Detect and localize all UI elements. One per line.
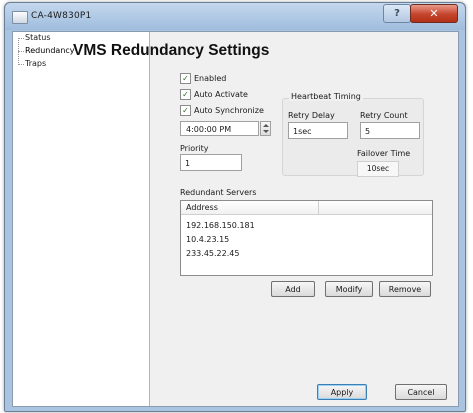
apply-button[interactable]: Apply bbox=[317, 384, 367, 400]
cancel-button[interactable]: Cancel bbox=[395, 384, 447, 400]
retry-count-label: Retry Count bbox=[360, 111, 408, 120]
spin-down-icon[interactable] bbox=[263, 130, 269, 133]
auto-synchronize-checkbox[interactable]: ✓ Auto Synchronize bbox=[180, 105, 264, 116]
list-item[interactable]: 233.45.22.45 bbox=[186, 249, 239, 258]
auto-activate-checkbox[interactable]: ✓ Auto Activate bbox=[180, 89, 248, 100]
list-item[interactable]: 192.168.150.181 bbox=[186, 221, 255, 230]
sync-time-spinner[interactable] bbox=[260, 121, 271, 136]
retry-delay-label: Retry Delay bbox=[288, 111, 335, 120]
redundant-servers-label: Redundant Servers bbox=[180, 188, 257, 197]
remove-button[interactable]: Remove bbox=[379, 281, 431, 297]
retry-count-input[interactable]: 5 bbox=[360, 122, 420, 139]
dialog-window: CA-4W830P1 ? ✕ Status Redundancy Traps V… bbox=[4, 2, 466, 412]
priority-label: Priority bbox=[180, 144, 209, 153]
retry-delay-input[interactable]: 1sec bbox=[288, 122, 348, 139]
auto-synchronize-label: Auto Synchronize bbox=[194, 106, 264, 115]
settings-panel: ✓ Enabled ✓ Auto Activate ✓ Auto Synchroniz… bbox=[5, 3, 465, 411]
failover-time-label: Failover Time bbox=[357, 149, 411, 158]
modify-button[interactable]: Modify bbox=[325, 281, 373, 297]
enabled-label: Enabled bbox=[194, 74, 227, 83]
priority-input[interactable]: 1 bbox=[180, 154, 242, 171]
list-header: Address bbox=[181, 201, 432, 215]
checkbox-box[interactable]: ✓ bbox=[180, 89, 191, 100]
spin-up-icon[interactable] bbox=[263, 124, 269, 127]
enabled-checkbox[interactable]: ✓ Enabled bbox=[180, 73, 226, 84]
sync-time-input[interactable]: 4:00:00 PM bbox=[180, 121, 259, 136]
list-item[interactable]: 10.4.23.15 bbox=[186, 235, 229, 244]
failover-time-value: 10sec bbox=[357, 161, 399, 177]
checkbox-box[interactable]: ✓ bbox=[180, 105, 191, 116]
auto-activate-label: Auto Activate bbox=[194, 90, 248, 99]
address-column-header[interactable]: Address bbox=[181, 201, 319, 214]
add-button[interactable]: Add bbox=[271, 281, 315, 297]
checkbox-box[interactable]: ✓ bbox=[180, 73, 191, 84]
heartbeat-timing-legend: Heartbeat Timing bbox=[289, 92, 363, 101]
redundant-servers-list[interactable]: Address 192.168.150.181 10.4.23.15 233.4… bbox=[180, 200, 433, 276]
